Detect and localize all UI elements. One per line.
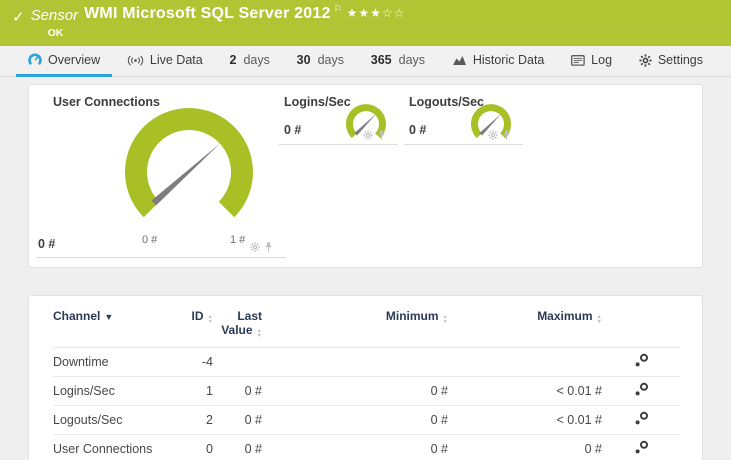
gauge-divider [279, 144, 398, 145]
table-row[interactable]: Logins/Sec 1 0 # 0 # < 0.01 # [53, 376, 680, 407]
gauge-needle [151, 143, 220, 206]
channel-minimum: 0 # [262, 434, 448, 460]
tab-label: Overview [48, 53, 101, 67]
status-check-icon: ✓ [12, 9, 25, 26]
tab-label: Log [591, 53, 613, 67]
gauge-icon [28, 53, 42, 66]
live-data-icon [127, 55, 143, 65]
channel-table-panel: Channel ▼ ID ▲ ▼ Last Value ▲ ▼ Minimum ▲ ▼ Max [28, 295, 703, 460]
channel-settings-icon[interactable] [634, 411, 649, 426]
star-rating[interactable]: ★★★☆☆ [347, 6, 406, 20]
log-icon [571, 54, 585, 66]
sort-icon: ▲ ▼ [256, 328, 262, 339]
sort-icon: ▲ ▼ [442, 314, 448, 325]
tab-label: Live Data [149, 53, 203, 67]
gauge-pin-icon[interactable] [502, 130, 511, 140]
gear-icon [639, 53, 652, 67]
channel-maximum: 0 # [448, 434, 602, 460]
column-header-channel[interactable]: Channel ▼ [53, 296, 183, 349]
tab-2-days[interactable]: 2 days [218, 46, 282, 77]
tab-live-data[interactable]: Live Data [115, 46, 215, 77]
gauge-gear-icon[interactable] [250, 242, 260, 252]
gauge-scale-min: 0 # [142, 234, 158, 246]
column-header-actions [602, 296, 680, 349]
column-header-last-value[interactable]: Last Value ▲ ▼ [213, 296, 262, 349]
tab-settings[interactable]: Settings [627, 46, 715, 77]
gauge-divider [404, 144, 523, 145]
column-header-id[interactable]: ID ▲ ▼ [183, 296, 213, 349]
tab-365-days[interactable]: 365 days [359, 46, 437, 77]
tab-historic-data[interactable]: Historic Data [440, 46, 557, 77]
sensor-kind-label: Sensor [30, 7, 79, 24]
channel-settings-icon[interactable] [634, 353, 649, 368]
gauge-gear-icon[interactable] [488, 130, 498, 140]
channel-last-value: 0 # [213, 405, 262, 436]
tab-overview[interactable]: Overview [16, 46, 113, 77]
tab-30-days[interactable]: 30 days [285, 46, 356, 77]
gauges-panel: User Connections 0 # 1 # 0 # Logins/Sec … [28, 84, 703, 268]
flag-icon[interactable]: ⚐ [334, 5, 343, 15]
table-header-row: Channel ▼ ID ▲ ▼ Last Value ▲ ▼ Minimum ▲ ▼ Max [53, 296, 680, 349]
sort-icon: ▲ ▼ [596, 314, 602, 325]
tab-log[interactable]: Log [559, 46, 624, 77]
overview-content: User Connections 0 # 1 # 0 # Logins/Sec … [0, 77, 731, 460]
channel-name: Logins/Sec [53, 376, 183, 407]
channel-name: Downtime [53, 347, 183, 378]
gauge-scale-max: 1 # [230, 234, 246, 246]
primary-gauge-value: 0 # [38, 237, 56, 251]
channel-last-value: 0 # [213, 434, 262, 460]
table-row[interactable]: Downtime -4 [53, 347, 680, 378]
sensor-header: ✓ Sensor WMI Microsoft SQL Server 2012 ⚐… [0, 0, 731, 46]
sensor-status-badge: OK [47, 27, 64, 39]
channel-id: 0 [183, 434, 213, 460]
channel-maximum: < 0.01 # [448, 376, 602, 407]
channel-id: 2 [183, 405, 213, 436]
channel-name: Logouts/Sec [53, 405, 183, 436]
gauge-gear-icon[interactable] [363, 130, 373, 140]
channel-maximum: < 0.01 # [448, 405, 602, 436]
table-row[interactable]: User Connections 0 0 # 0 # 0 # [53, 434, 680, 460]
channel-minimum: 0 # [262, 376, 448, 407]
channel-name: User Connections [53, 434, 183, 460]
sort-icon: ▲ ▼ [207, 314, 213, 325]
area-chart-icon [452, 56, 466, 65]
channel-minimum: 0 # [262, 405, 448, 436]
column-header-minimum[interactable]: Minimum ▲ ▼ [262, 296, 448, 349]
logins-gauge-value: 0 # [284, 123, 302, 137]
user-connections-gauge [125, 108, 253, 218]
sensor-title: WMI Microsoft SQL Server 2012 [84, 5, 331, 22]
sort-desc-icon: ▼ [104, 312, 114, 322]
channel-maximum [448, 347, 602, 378]
channel-minimum [262, 347, 448, 378]
sensor-tabbar: Overview Live Data 2 days 30 days 365 days [0, 46, 731, 77]
channel-table: Channel ▼ ID ▲ ▼ Last Value ▲ ▼ Minimum ▲ ▼ Max [53, 296, 680, 460]
channel-settings-icon[interactable] [634, 382, 649, 397]
tab-label: Historic Data [472, 53, 545, 67]
channel-id: 1 [183, 376, 213, 407]
logouts-gauge-value: 0 # [409, 123, 427, 137]
tab-label: Settings [657, 53, 703, 67]
channel-last-value [213, 347, 262, 378]
gauge-pin-icon[interactable] [264, 242, 273, 252]
channel-last-value: 0 # [213, 376, 262, 407]
channel-settings-icon[interactable] [634, 440, 649, 455]
gauge-divider [36, 257, 286, 258]
channel-id: -4 [183, 347, 213, 378]
column-header-maximum[interactable]: Maximum ▲ ▼ [448, 296, 602, 349]
prtg-sensor-page: ✓ Sensor WMI Microsoft SQL Server 2012 ⚐… [0, 0, 731, 460]
table-row[interactable]: Logouts/Sec 2 0 # 0 # < 0.01 # [53, 405, 680, 436]
logins-gauge-title: Logins/Sec [284, 95, 351, 109]
gauge-pin-icon[interactable] [377, 130, 386, 140]
